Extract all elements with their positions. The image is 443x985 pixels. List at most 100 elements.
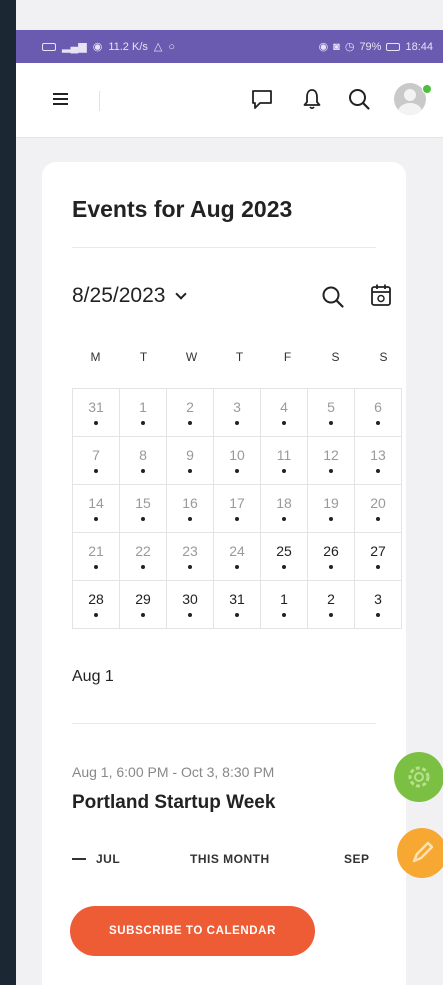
calendar-day[interactable]: 24 (214, 533, 261, 581)
calendar-week-row: 21 22 23 24 25 26 27 (73, 533, 402, 581)
calendar-day[interactable]: 13 (355, 437, 402, 485)
calendar-day[interactable]: 3 (355, 581, 402, 629)
calendar-day[interactable]: 8 (120, 437, 167, 485)
calendar-day[interactable]: 10 (214, 437, 261, 485)
day-number: 18 (276, 495, 292, 511)
calendar-day[interactable]: 17 (214, 485, 261, 533)
event-title-link[interactable]: Portland Startup Week (72, 792, 275, 814)
keyboard-icon (42, 42, 56, 51)
day-number: 27 (370, 543, 386, 559)
calendar-day[interactable]: 16 (167, 485, 214, 533)
calendar-day[interactable]: 30 (167, 581, 214, 629)
day-number: 7 (92, 447, 100, 463)
status-left: ▂▄▆ ◉ 11.2 K/s △ ○ (42, 40, 175, 53)
event-dot (141, 517, 145, 521)
calendar-day[interactable]: 23 (167, 533, 214, 581)
calendar-day[interactable]: 1 (261, 581, 308, 629)
gear-icon (408, 766, 430, 788)
next-month-label: SEP (344, 852, 370, 866)
day-number: 28 (88, 591, 104, 607)
calendar-day[interactable]: 19 (308, 485, 355, 533)
event-dot (329, 421, 333, 425)
calendar-day[interactable]: 18 (261, 485, 308, 533)
calendar-day[interactable]: 31 (73, 389, 120, 437)
phone-screen: ▂▄▆ ◉ 11.2 K/s △ ○ ◉ ◙ ◷ 79% 18:44 Event… (16, 0, 443, 985)
calendar-day[interactable]: 9 (167, 437, 214, 485)
calendar-week-row: 31 1 2 3 4 5 6 (73, 389, 402, 437)
calendar-day[interactable]: 5 (308, 389, 355, 437)
event-dot (141, 565, 145, 569)
calendar-week-row: 7 8 9 10 11 12 13 (73, 437, 402, 485)
calendar-day[interactable]: 25 (261, 533, 308, 581)
event-dot (188, 469, 192, 473)
event-dot (282, 613, 286, 617)
status-bar: ▂▄▆ ◉ 11.2 K/s △ ○ ◉ ◙ ◷ 79% 18:44 (16, 30, 443, 63)
calendar-day[interactable]: 4 (261, 389, 308, 437)
event-dot (188, 565, 192, 569)
day-number: 21 (88, 543, 104, 559)
event-time: Aug 1, 6:00 PM - Oct 3, 8:30 PM (72, 764, 275, 780)
edit-fab-button[interactable] (397, 828, 443, 878)
calendar-day[interactable]: 7 (73, 437, 120, 485)
calendar-day[interactable]: 15 (120, 485, 167, 533)
event-dot (94, 469, 98, 473)
date-selector[interactable]: 8/25/2023 (72, 284, 188, 308)
warning-icon: △ (153, 41, 163, 53)
menu-icon[interactable] (53, 93, 68, 105)
calendar-day[interactable]: 2 (167, 389, 214, 437)
day-number: 2 (186, 399, 194, 415)
day-number: 2 (327, 591, 335, 607)
calendar-icon[interactable] (368, 282, 394, 308)
event-dot (376, 517, 380, 521)
day-number: 31 (88, 399, 104, 415)
weekday-header: F (283, 350, 292, 364)
calendar-day[interactable]: 11 (261, 437, 308, 485)
calendar-grid: 31 1 2 3 4 5 6 7 8 9 10 11 12 13 14 15 16 17 18 19 20 21 22 23 2… (72, 388, 402, 629)
event-dot (235, 469, 239, 473)
event-dot (141, 421, 145, 425)
calendar-day[interactable]: 6 (355, 389, 402, 437)
eye-icon: ◉ (318, 41, 329, 53)
day-number: 14 (88, 495, 104, 511)
calendar-day[interactable]: 26 (308, 533, 355, 581)
bell-icon[interactable] (298, 85, 326, 113)
calendar-day[interactable]: 21 (73, 533, 120, 581)
day-number: 8 (139, 447, 147, 463)
chat-icon[interactable] (248, 85, 276, 113)
prev-month-link[interactable]: JUL (72, 852, 120, 866)
day-number: 9 (186, 447, 194, 463)
calendar-day[interactable]: 12 (308, 437, 355, 485)
day-number: 6 (374, 399, 382, 415)
calendar-day[interactable]: 22 (120, 533, 167, 581)
calendar-day[interactable]: 2 (308, 581, 355, 629)
calendar-day[interactable]: 14 (73, 485, 120, 533)
calendar-day[interactable]: 1 (120, 389, 167, 437)
chat-widget-button[interactable] (394, 752, 443, 802)
calendar-day[interactable]: 31 (214, 581, 261, 629)
event-dot (94, 565, 98, 569)
mute-icon: ◙ (333, 40, 340, 53)
day-number: 20 (370, 495, 386, 511)
search-icon[interactable] (345, 85, 373, 113)
calendar-day[interactable]: 27 (355, 533, 402, 581)
next-month-link[interactable]: SEP (344, 852, 370, 866)
divider (72, 723, 376, 724)
online-status-dot (422, 84, 432, 94)
weekday-header: T (139, 350, 148, 364)
day-number: 1 (280, 591, 288, 607)
subscribe-calendar-button[interactable]: SUBSCRIBE TO CALENDAR (70, 906, 315, 956)
calendar-week-row: 14 15 16 17 18 19 20 (73, 485, 402, 533)
event-dot (94, 421, 98, 425)
calendar-day[interactable]: 3 (214, 389, 261, 437)
calendar-day[interactable]: 29 (120, 581, 167, 629)
calendar-day[interactable]: 20 (355, 485, 402, 533)
divider (99, 91, 100, 111)
search-icon[interactable] (320, 284, 346, 310)
day-number: 16 (182, 495, 198, 511)
day-number: 3 (233, 399, 241, 415)
calendar-day[interactable]: 28 (73, 581, 120, 629)
day-number: 12 (323, 447, 339, 463)
day-number: 17 (229, 495, 245, 511)
this-month-link[interactable]: THIS MONTH (190, 852, 270, 866)
sync-icon: ○ (168, 40, 175, 53)
